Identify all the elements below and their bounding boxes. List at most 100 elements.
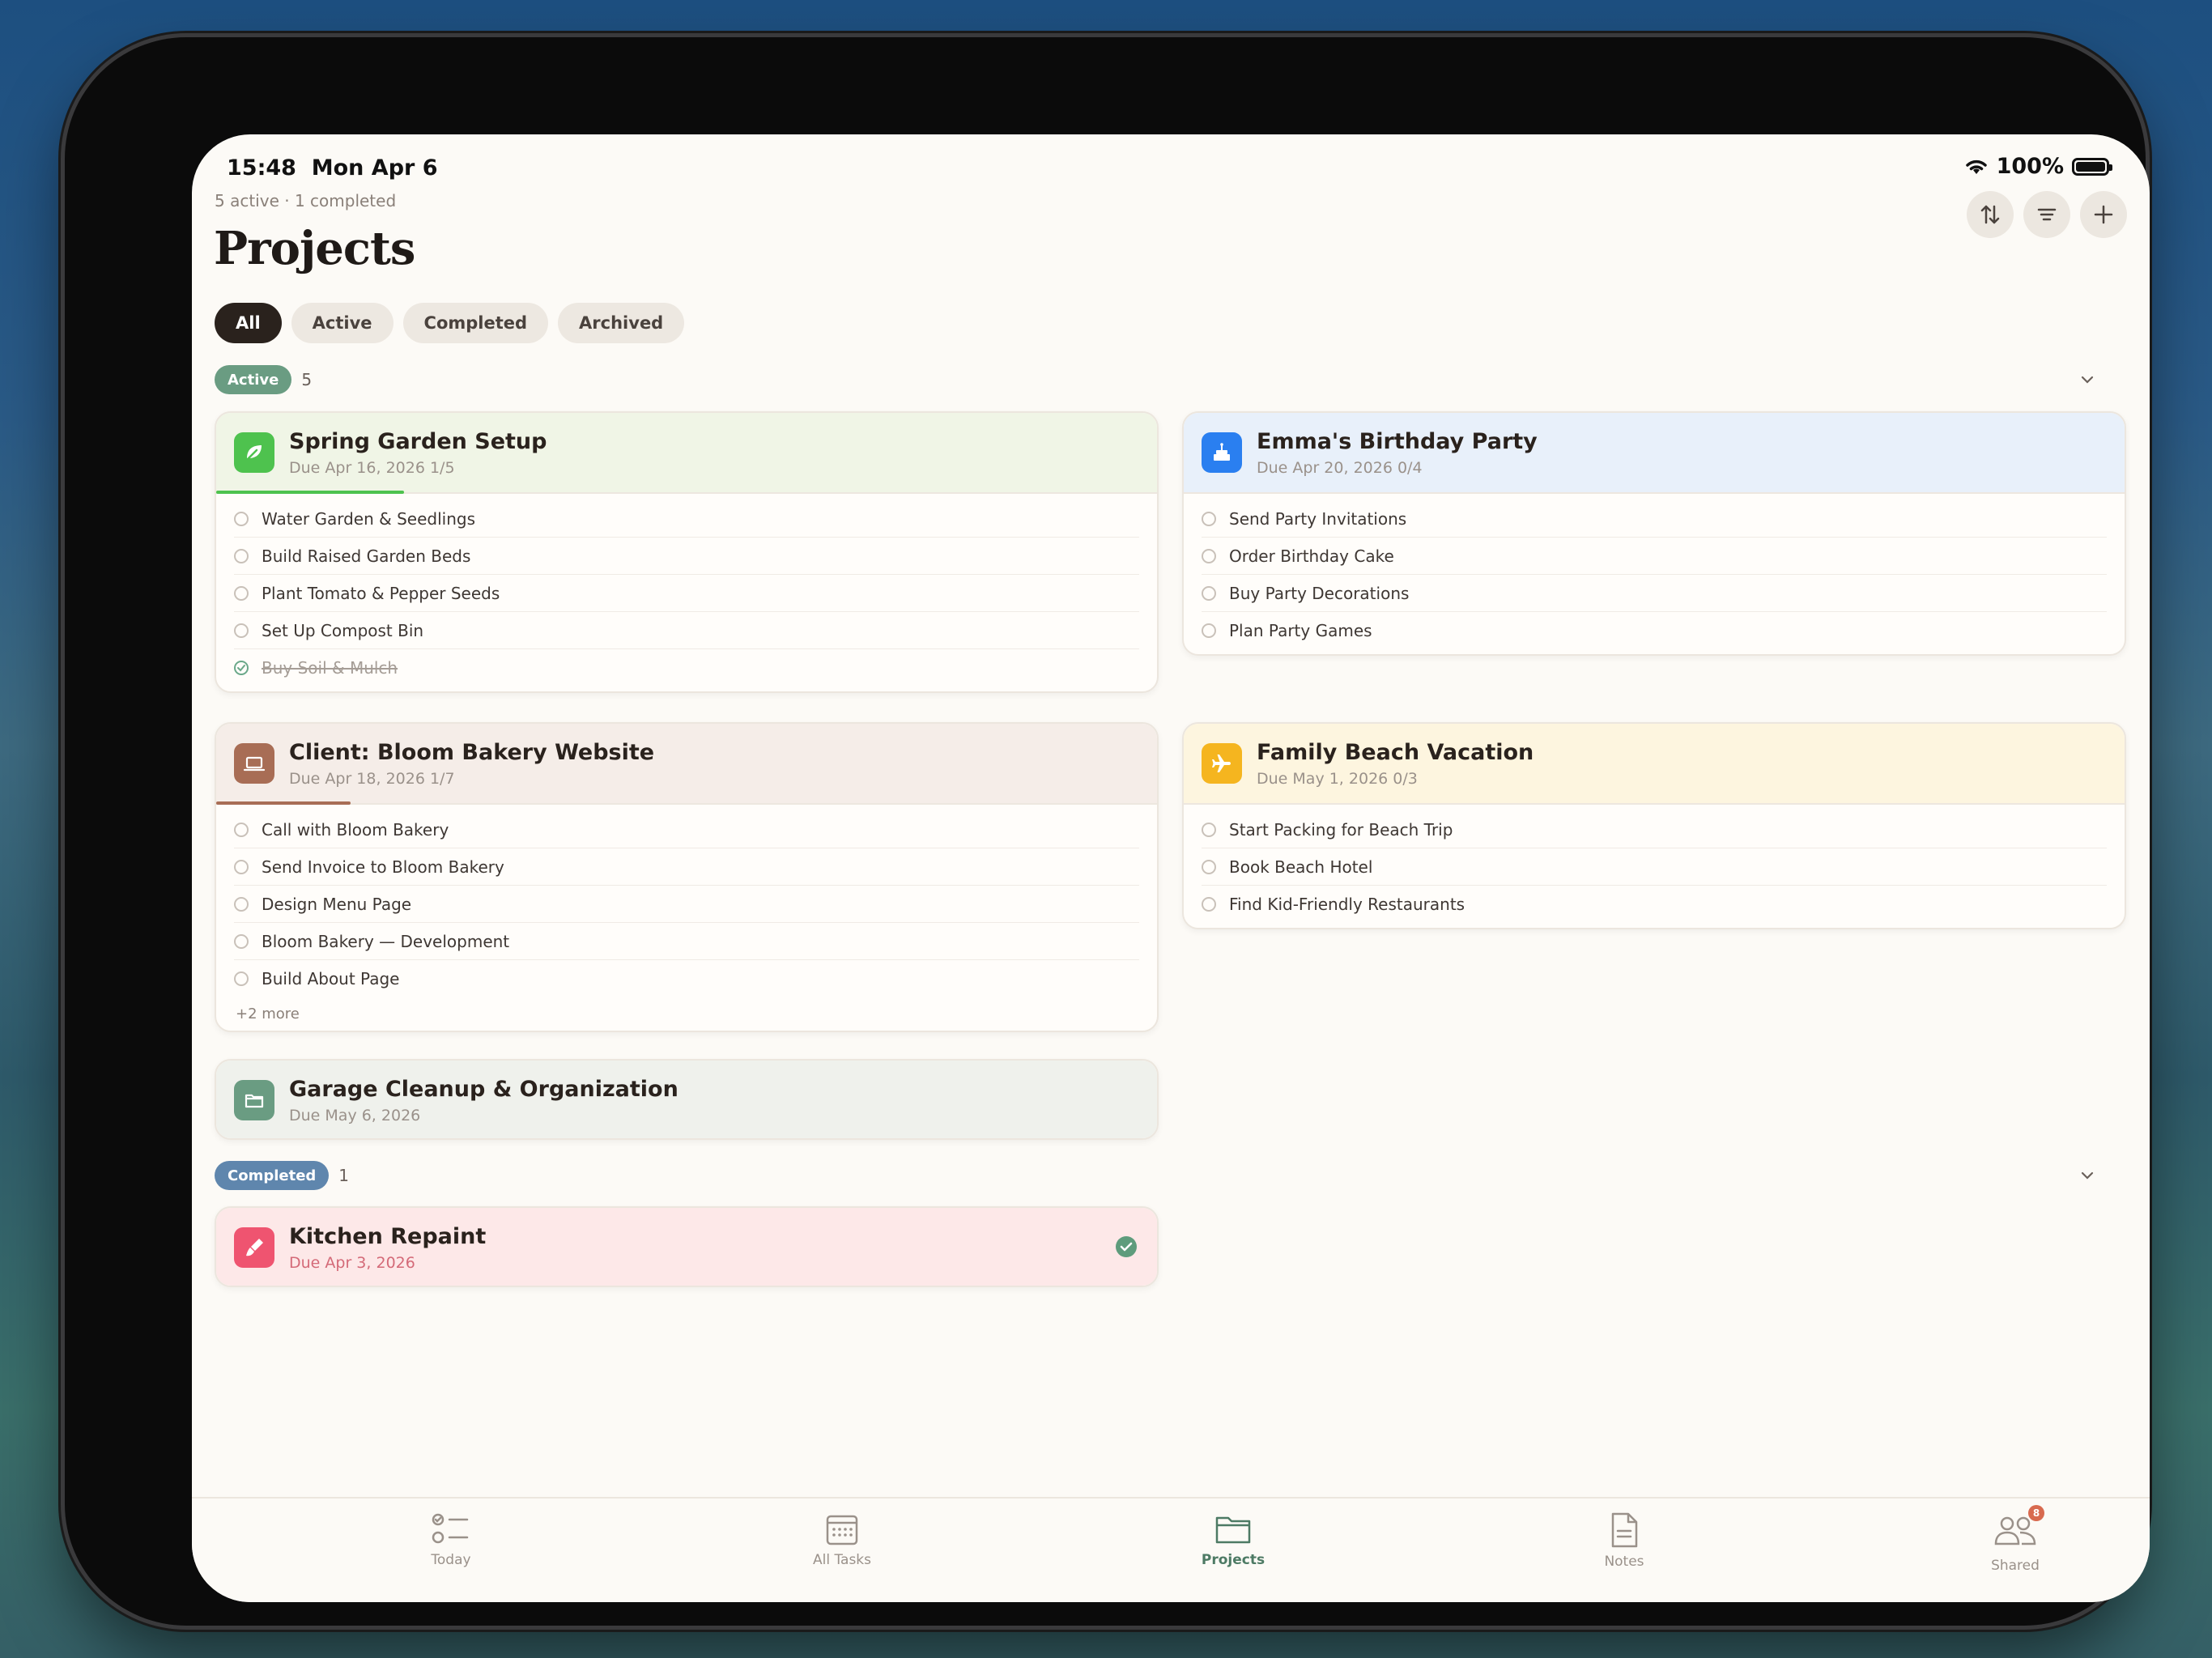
project-card-header[interactable]: Emma's Birthday Party Due Apr 20, 2026 0… — [1184, 413, 2125, 494]
section-header-active[interactable]: Active 5 — [215, 365, 2127, 394]
project-card-garage-cleanup[interactable]: Garage Cleanup & Organization Due May 6,… — [215, 1059, 1159, 1140]
task-row[interactable]: Set Up Compost Bin — [234, 612, 1139, 649]
task-row[interactable]: Plant Tomato & Pepper Seeds — [234, 575, 1139, 612]
project-card-spring-garden[interactable]: Spring Garden Setup Due Apr 16, 2026 1/5… — [215, 411, 1159, 693]
task-row[interactable]: Order Birthday Cake — [1202, 538, 2107, 575]
task-row[interactable]: Call with Bloom Bakery — [234, 811, 1139, 848]
project-card-header[interactable]: Garage Cleanup & Organization Due May 6,… — [216, 1061, 1157, 1138]
progress-bar — [216, 801, 351, 805]
checkbox[interactable] — [1202, 897, 1216, 912]
checkbox[interactable] — [234, 971, 249, 986]
checkmark-icon — [237, 665, 245, 672]
task-row[interactable]: Plan Party Games — [1202, 612, 2107, 649]
document-icon — [1611, 1512, 1638, 1548]
project-card-kitchen-repaint[interactable]: Kitchen Repaint Due Apr 3, 2026 — [215, 1206, 1159, 1287]
filter-chip-archived[interactable]: Archived — [558, 303, 685, 343]
tab-label: Projects — [1201, 1552, 1266, 1568]
filter-chip-active[interactable]: Active — [291, 303, 393, 343]
task-list: Call with Bloom Bakery Send Invoice to B… — [216, 805, 1157, 1002]
checkbox[interactable] — [234, 822, 249, 837]
page-title: Projects — [214, 222, 415, 275]
filter-chip-all[interactable]: All — [215, 303, 282, 343]
project-title: Client: Bloom Bakery Website — [289, 740, 655, 765]
checkbox[interactable] — [1202, 548, 1216, 563]
chevron-down-icon[interactable] — [2078, 1167, 2096, 1184]
task-row[interactable]: Buy Party Decorations — [1202, 575, 2107, 612]
checkbox[interactable] — [234, 623, 249, 638]
section-badge-completed: Completed — [215, 1161, 330, 1190]
task-label: Bloom Bakery — Development — [262, 931, 510, 951]
section-header-completed[interactable]: Completed 1 — [215, 1161, 2127, 1190]
folder-icon — [1215, 1516, 1251, 1544]
task-row[interactable]: Water Garden & Seedlings — [234, 500, 1139, 538]
project-card-emma-birthday[interactable]: Emma's Birthday Party Due Apr 20, 2026 0… — [1182, 411, 2126, 656]
tab-label: All Tasks — [812, 1552, 872, 1568]
tab-shared[interactable]: 8 Shared — [1950, 1505, 2080, 1574]
project-title: Kitchen Repaint — [289, 1224, 487, 1249]
filter-chip-completed[interactable]: Completed — [402, 303, 549, 343]
cake-icon — [1202, 432, 1242, 473]
leaf-icon — [234, 432, 274, 473]
task-row[interactable]: Start Packing for Beach Trip — [1202, 811, 2107, 848]
task-row[interactable]: Send Invoice to Bloom Bakery — [234, 848, 1139, 886]
task-row[interactable]: Design Menu Page — [234, 886, 1139, 923]
battery-percent: 100% — [1996, 154, 2064, 179]
checkbox[interactable] — [1202, 585, 1216, 601]
project-card-header[interactable]: Family Beach Vacation Due May 1, 2026 0/… — [1184, 724, 2125, 805]
laptop-icon — [234, 743, 274, 784]
tab-notes[interactable]: Notes — [1559, 1511, 1689, 1570]
filter-button[interactable] — [2023, 191, 2070, 238]
section-count-completed: 1 — [338, 1166, 350, 1185]
task-row[interactable]: Bloom Bakery — Development — [234, 923, 1139, 960]
tab-today[interactable]: Today — [386, 1511, 516, 1568]
task-label: Buy Soil & Mulch — [262, 658, 398, 678]
task-row-completed[interactable]: Buy Soil & Mulch — [234, 649, 1139, 687]
tab-projects[interactable]: Projects — [1168, 1511, 1298, 1568]
checkbox[interactable] — [234, 511, 249, 526]
project-card-header[interactable]: Client: Bloom Bakery Website Due Apr 18,… — [216, 724, 1157, 805]
task-label: Send Party Invitations — [1229, 508, 1407, 529]
folder-icon — [234, 1080, 274, 1120]
checkbox[interactable] — [234, 585, 249, 601]
task-label: Send Invoice to Bloom Bakery — [262, 857, 504, 877]
checkbox[interactable] — [234, 896, 249, 912]
project-card-beach-vacation[interactable]: Family Beach Vacation Due May 1, 2026 0/… — [1182, 722, 2126, 929]
task-label: Book Beach Hotel — [1229, 857, 1373, 877]
progress-bar — [216, 491, 405, 494]
checkbox[interactable] — [234, 548, 249, 563]
checkbox[interactable] — [234, 933, 249, 949]
tab-label: Notes — [1604, 1554, 1644, 1570]
tab-all-tasks[interactable]: All Tasks — [777, 1511, 907, 1568]
task-list: Water Garden & Seedlings Build Raised Ga… — [216, 494, 1157, 691]
project-due: Due Apr 20, 2026 0/4 — [1257, 459, 1423, 477]
task-label: Find Kid-Friendly Restaurants — [1229, 895, 1465, 914]
tab-label: Shared — [1991, 1558, 2040, 1574]
checkbox[interactable] — [1202, 822, 1216, 837]
task-label: Plant Tomato & Pepper Seeds — [262, 583, 500, 603]
project-card-header[interactable]: Spring Garden Setup Due Apr 16, 2026 1/5 — [216, 413, 1157, 494]
task-row[interactable]: Send Party Invitations — [1202, 500, 2107, 538]
paintbrush-icon — [234, 1227, 274, 1268]
airplane-icon — [1202, 743, 1242, 784]
project-card-header[interactable]: Kitchen Repaint Due Apr 3, 2026 — [216, 1208, 1157, 1286]
chevron-down-icon[interactable] — [2078, 371, 2096, 389]
checkbox[interactable] — [234, 859, 249, 874]
project-due: Due Apr 16, 2026 1/5 — [289, 459, 455, 477]
wifi-icon — [1965, 159, 1987, 174]
add-project-button[interactable] — [2080, 191, 2127, 238]
plus-icon — [2094, 205, 2113, 224]
task-row[interactable]: Find Kid-Friendly Restaurants — [1202, 886, 2107, 923]
task-label: Build About Page — [262, 969, 400, 988]
sort-button[interactable] — [1967, 191, 2014, 238]
task-row[interactable]: Build Raised Garden Beds — [234, 538, 1139, 575]
task-row[interactable]: Build About Page — [234, 960, 1139, 997]
more-tasks-link[interactable]: +2 more — [216, 1002, 1157, 1031]
checkbox[interactable] — [1202, 511, 1216, 526]
checkbox[interactable] — [1202, 859, 1216, 874]
project-card-bloom-bakery[interactable]: Client: Bloom Bakery Website Due Apr 18,… — [215, 722, 1159, 1032]
task-row[interactable]: Book Beach Hotel — [1202, 848, 2107, 886]
battery-icon — [2072, 157, 2112, 176]
checkbox[interactable] — [1202, 623, 1216, 638]
project-due: Due Apr 18, 2026 1/7 — [289, 770, 455, 788]
checkbox-checked[interactable] — [234, 661, 249, 675]
